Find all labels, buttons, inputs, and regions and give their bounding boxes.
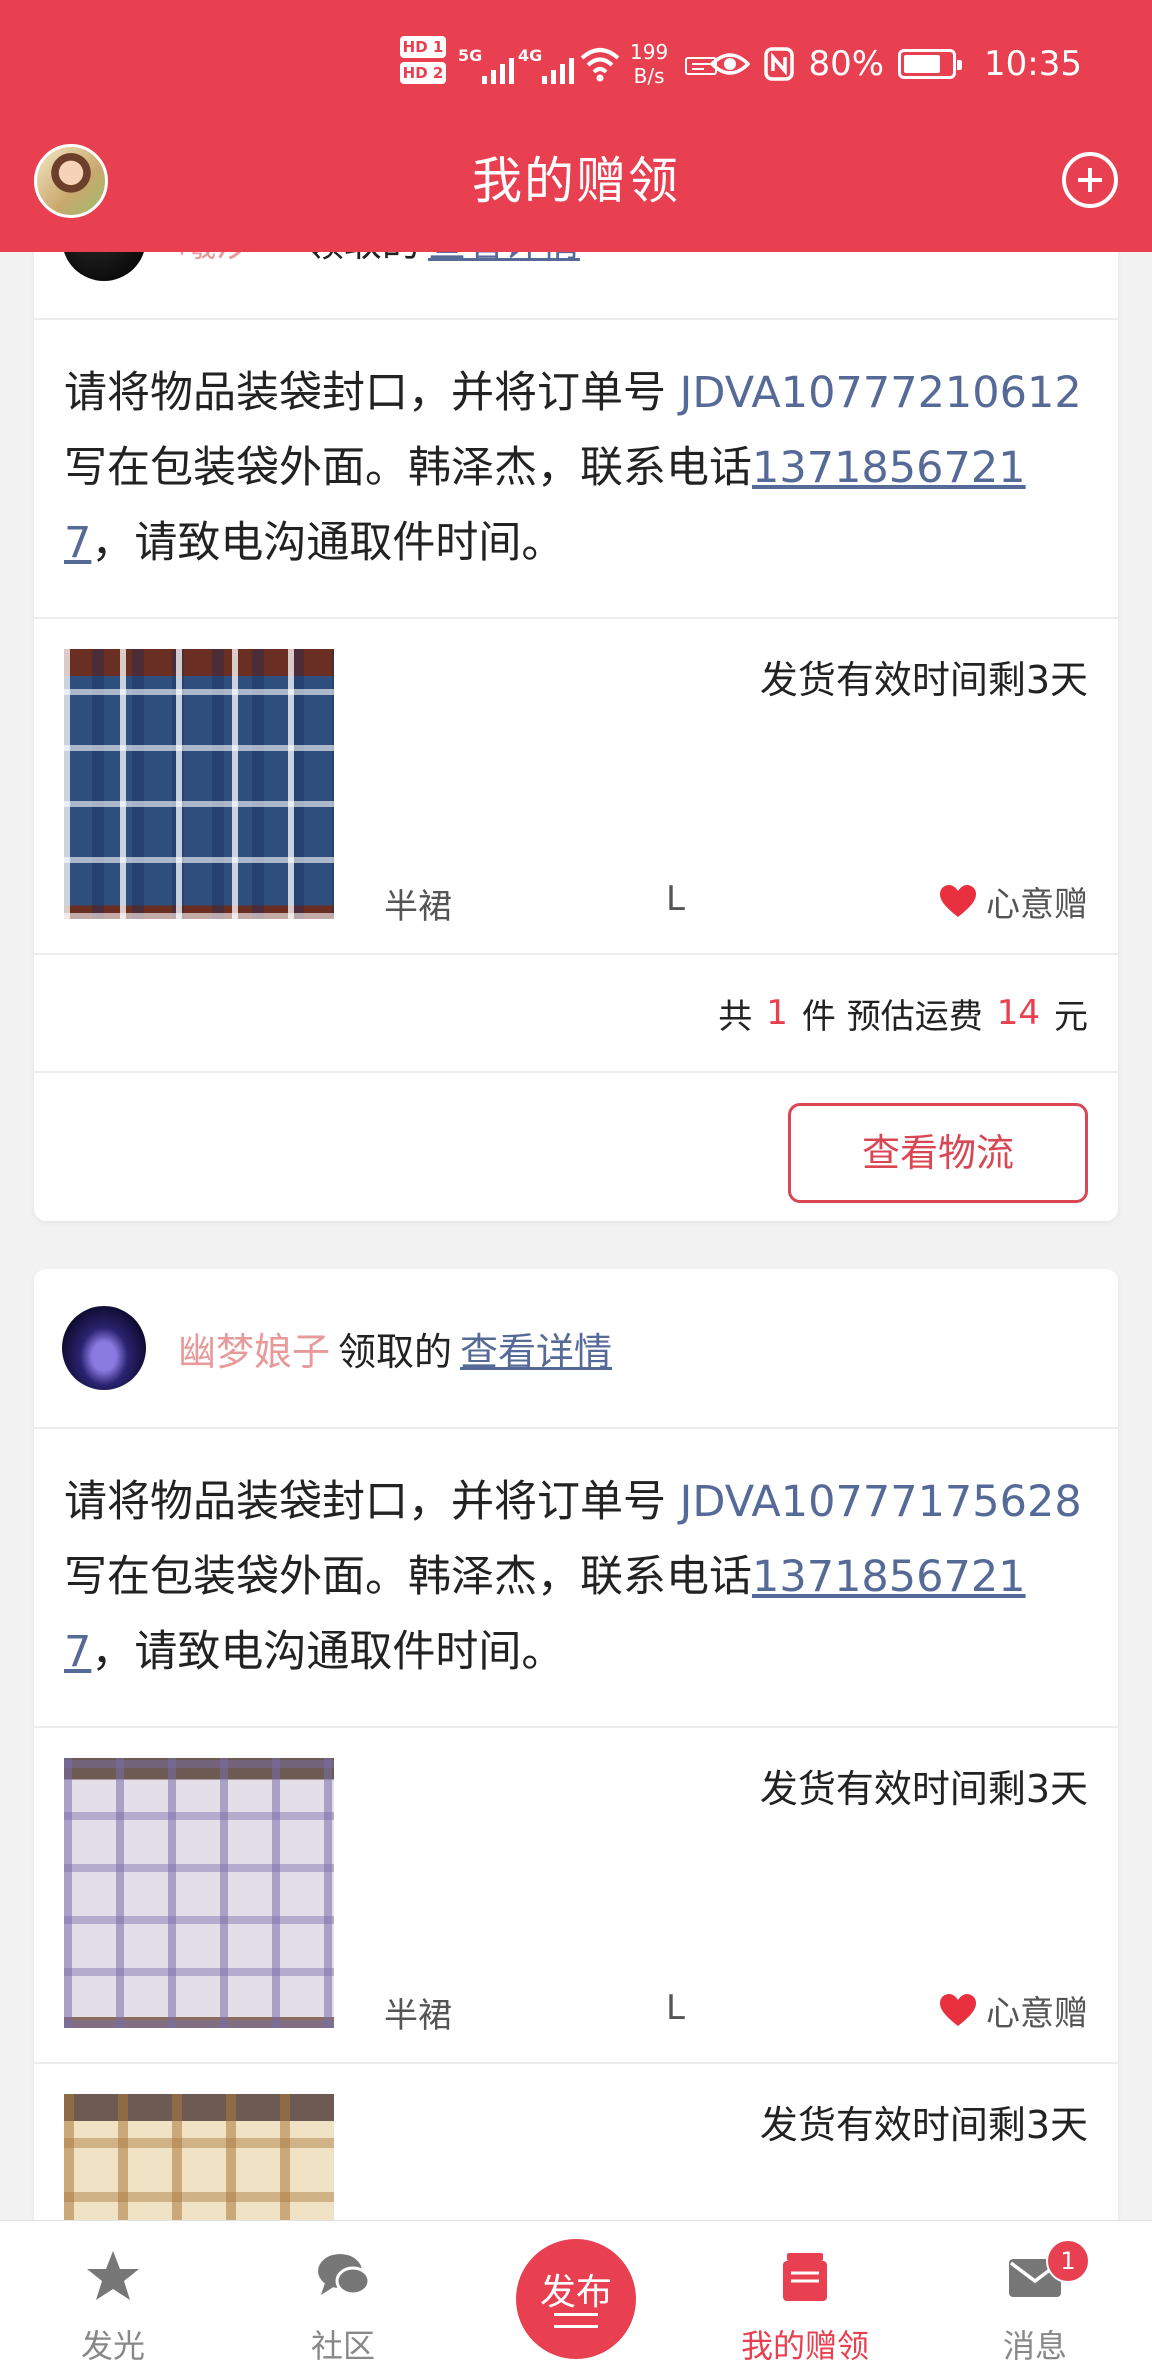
publish-label: 发布 bbox=[539, 2272, 612, 2313]
view-details-link[interactable]: 查看详情 bbox=[428, 252, 580, 265]
item-category: 半裙 bbox=[384, 1996, 452, 2036]
item-thumbnail[interactable] bbox=[64, 1758, 334, 2028]
claims-list[interactable]: 曦汐 ~领取的查看详情 请将物品装袋封口，并将订单号 JDVA107772106… bbox=[0, 252, 1152, 2222]
gift-type: 心意赠 bbox=[938, 1986, 1088, 2035]
status-bar: HD 1 HD 2 5G 4G 199 B/s 80% 10:35 bbox=[0, 0, 1152, 130]
claimer-name[interactable]: 曦汐 ~ bbox=[178, 252, 298, 265]
speed-value: 199 bbox=[630, 40, 669, 64]
instruction-suffix: ，请致电沟通取件时间。 bbox=[91, 1627, 565, 1677]
hd2-label: HD 2 bbox=[400, 62, 446, 84]
network-speed: 199 B/s bbox=[630, 40, 668, 88]
page-title: 我的赠领 bbox=[472, 152, 680, 210]
eye-comfort-icon bbox=[710, 53, 751, 75]
instruction-prefix: 请将物品装袋封口，并将订单号 bbox=[64, 1477, 666, 1527]
card-header: 幽梦娘子 领取的 查看详情 bbox=[34, 1269, 1118, 1429]
heart-icon bbox=[940, 1993, 976, 2026]
gift-type-label: 心意赠 bbox=[986, 1994, 1088, 2034]
instruction-prefix: 请将物品装袋封口，并将订单号 bbox=[64, 368, 666, 418]
nav-label: 社区 bbox=[310, 2327, 375, 2365]
currency-unit: 元 bbox=[1054, 996, 1088, 1037]
nav-item-my-claims[interactable]: 我的赠领 bbox=[730, 2221, 880, 2376]
ship-deadline: 发货有效时间剩3天 bbox=[759, 1767, 1088, 1811]
ship-deadline: 发货有效时间剩3天 bbox=[759, 658, 1088, 702]
item-row[interactable]: 发货有效时间剩3天 bbox=[34, 2064, 1118, 2222]
clock: 10:35 bbox=[984, 44, 1082, 84]
view-logistics-button[interactable]: 查看物流 bbox=[788, 1103, 1088, 1203]
gift-box-icon bbox=[783, 2253, 827, 2301]
item-thumbnail[interactable] bbox=[64, 2094, 334, 2222]
item-thumbnail[interactable] bbox=[64, 649, 334, 919]
item-count: 1 bbox=[766, 993, 788, 1033]
gift-type-label: 心意赠 bbox=[986, 885, 1088, 925]
speed-unit: B/s bbox=[633, 64, 665, 88]
network-5g-label: 5G bbox=[458, 46, 483, 65]
title-bar: 我的赠领 bbox=[0, 130, 1152, 252]
nav-item-messages[interactable]: 1 消息 bbox=[960, 2221, 1110, 2376]
claimed-label: 领取的 bbox=[338, 1329, 453, 1374]
view-details-link[interactable]: 查看详情 bbox=[460, 1330, 612, 1374]
claimed-label: 领取的 bbox=[306, 252, 420, 265]
order-summary: 共 1 件 预估运费 14 元 bbox=[34, 955, 1118, 1073]
signal-4g-icon bbox=[542, 50, 574, 84]
claim-card: 曦汐 ~ 领取的查看详情 请将物品装袋封口，并将订单号 JDVA107772106… bbox=[34, 252, 1118, 1221]
user-avatar[interactable] bbox=[34, 144, 108, 218]
item-row[interactable]: 发货有效时间剩3天 半裙 L 心意赠 bbox=[34, 619, 1118, 955]
item-size: L bbox=[666, 879, 685, 919]
claimer-avatar[interactable] bbox=[62, 252, 146, 281]
claim-card: 幽梦娘子 领取的 查看详情 请将物品装袋封口，并将订单号 JDVA107771756… bbox=[34, 1269, 1118, 2222]
nfc-icon bbox=[764, 47, 795, 81]
status-right: 80% 10:35 bbox=[710, 44, 1082, 84]
order-number: JDVA10777210612 bbox=[679, 368, 1082, 418]
publish-line bbox=[554, 2325, 598, 2328]
packing-instructions: 请将物品装袋封口，并将订单号 JDVA10777175628 写在包装袋外面。韩… bbox=[34, 1429, 1118, 1728]
nav-label: 消息 bbox=[1002, 2327, 1067, 2365]
battery-percent: 80% bbox=[808, 44, 885, 84]
claimer-line: 曦汐 ~ 领取的查看详情 bbox=[178, 252, 580, 267]
instruction-suffix: ，请致电沟通取件时间。 bbox=[91, 518, 565, 568]
nav-item-community[interactable]: 社区 bbox=[268, 2221, 418, 2376]
shipping-fee: 14 bbox=[996, 993, 1040, 1033]
publish-line bbox=[554, 2313, 598, 2316]
hd-indicator: HD 1 HD 2 bbox=[400, 36, 450, 88]
network-4g-label: 4G bbox=[518, 46, 543, 65]
claimer-name[interactable]: 幽梦娘子 bbox=[178, 1330, 330, 1374]
nav-label: 发光 bbox=[80, 2327, 145, 2365]
wifi-icon bbox=[580, 48, 620, 82]
publish-button[interactable]: 发布 bbox=[516, 2239, 636, 2359]
summary-mid: 件 预估运费 bbox=[801, 996, 983, 1037]
signal-5g-icon bbox=[482, 50, 514, 84]
item-size: L bbox=[666, 1988, 685, 2028]
star-icon bbox=[87, 2251, 139, 2300]
card-actions: 查看物流 bbox=[34, 1073, 1118, 1221]
add-button[interactable] bbox=[1062, 152, 1118, 208]
bottom-nav: 发光 社区 发布 我的赠领 1 消息 bbox=[0, 2220, 1152, 2376]
nav-item-shine[interactable]: 发光 bbox=[38, 2221, 188, 2376]
hd1-label: HD 1 bbox=[400, 36, 446, 58]
instruction-mid: 写在包装袋外面。韩泽杰，联系电话 bbox=[64, 1552, 752, 1602]
item-category: 半裙 bbox=[384, 887, 452, 927]
item-row[interactable]: 发货有效时间剩3天 半裙 L 心意赠 bbox=[34, 1728, 1118, 2064]
claimer-line: 幽梦娘子 领取的 查看详情 bbox=[178, 1321, 612, 1376]
battery-icon bbox=[898, 49, 963, 79]
nav-label: 我的赠领 bbox=[740, 2327, 869, 2365]
ship-deadline: 发货有效时间剩3天 bbox=[759, 2103, 1088, 2147]
claimer-avatar[interactable] bbox=[62, 1306, 146, 1390]
chat-bubble-icon bbox=[318, 2254, 371, 2296]
instruction-mid: 写在包装袋外面。韩泽杰，联系电话 bbox=[64, 443, 752, 493]
heart-icon bbox=[940, 884, 976, 917]
top-bar: HD 1 HD 2 5G 4G 199 B/s 80% 10:35 我的赠领 bbox=[0, 0, 1152, 252]
packing-instructions: 请将物品装袋封口，并将订单号 JDVA10777210612 写在包装袋外面。韩… bbox=[34, 320, 1118, 619]
summary-prefix: 共 bbox=[718, 996, 753, 1037]
gift-type: 心意赠 bbox=[938, 877, 1088, 926]
order-number: JDVA10777175628 bbox=[679, 1477, 1082, 1527]
unread-badge: 1 bbox=[1046, 2239, 1090, 2283]
card-header: 曦汐 ~ 领取的查看详情 bbox=[34, 252, 1118, 320]
